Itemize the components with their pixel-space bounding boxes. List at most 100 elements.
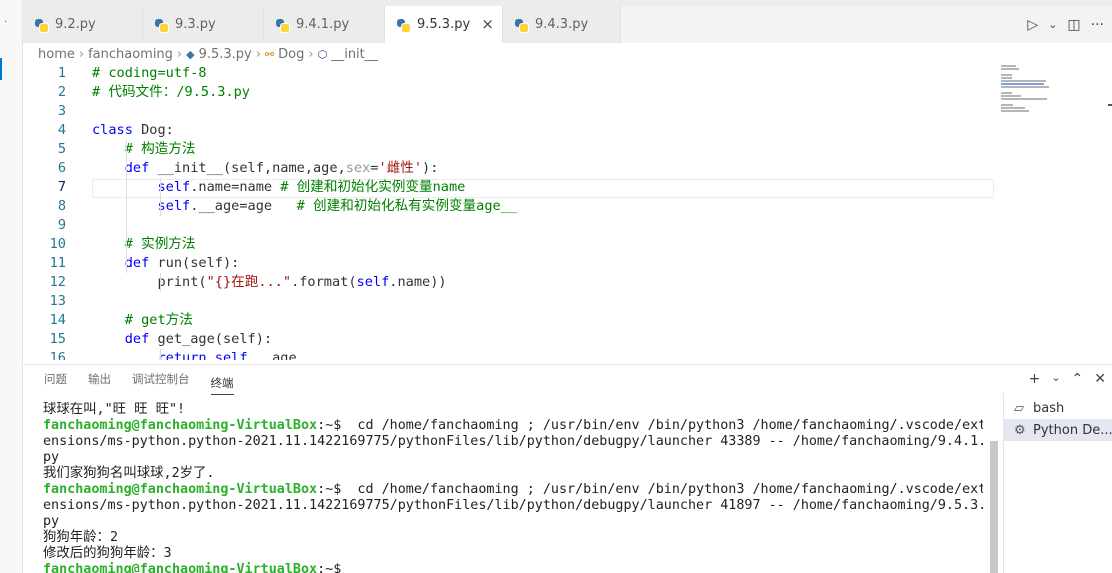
minimap-line xyxy=(1001,107,1026,109)
terminal-output[interactable]: 球球在叫,"旺 旺 旺"! fanchaoming@fanchaoming-Vir… xyxy=(43,402,983,573)
code-token: .name=name xyxy=(190,179,281,195)
vscode-window: · 9.2.py 9.3.py 9.4.1.py 9.5.3.py × 9.4.… xyxy=(0,0,1112,573)
tab-label: 9.5.3.py xyxy=(417,17,471,32)
code-token: self xyxy=(157,198,191,214)
line-number: 10 xyxy=(49,236,66,252)
chevron-down-icon[interactable]: ⌄ xyxy=(1048,18,1057,31)
terminal-instance-label: bash xyxy=(1033,400,1065,416)
minimap-line xyxy=(1001,65,1017,67)
code-token: # 代码文件：/9.5.3.py xyxy=(92,84,250,100)
close-icon[interactable]: × xyxy=(481,15,494,33)
tab-9-5-3[interactable]: 9.5.3.py × xyxy=(385,6,503,43)
code-line: 16 return self.__age xyxy=(23,349,1003,360)
code-token: def xyxy=(124,160,150,176)
code-token: def xyxy=(124,331,150,347)
code-line: 3 xyxy=(23,102,1003,121)
code-line: 10 # 实例方法 xyxy=(23,235,1003,254)
code-text: def __init__(self,name,age,sex='雌性'): xyxy=(92,159,439,178)
code-line: 6 def __init__(self,name,age,sex='雌性'): xyxy=(23,159,1003,178)
terminal-text: 我们家狗狗名叫球球,2岁了. xyxy=(43,466,215,481)
tab-9-4-1[interactable]: 9.4.1.py xyxy=(264,6,385,43)
python-file-icon xyxy=(276,18,290,33)
code-token: sex xyxy=(345,160,371,176)
line-number: 7 xyxy=(57,179,66,195)
line-number: 12 xyxy=(49,274,66,290)
line-number: 2 xyxy=(57,84,66,100)
chevron-down-icon[interactable]: ⌄ xyxy=(1051,371,1060,387)
breadcrumb-class[interactable]: Dog xyxy=(278,47,304,62)
terminal-scrollbar[interactable] xyxy=(990,441,998,573)
panel-tabs: 问题 输出 调试控制台 终端 xyxy=(23,365,234,397)
minimap[interactable] xyxy=(1001,65,1093,125)
tab-terminal[interactable]: 终端 xyxy=(210,371,234,395)
minimap-line xyxy=(1001,95,1021,97)
code-text: return self.__age xyxy=(92,349,297,360)
line-number: 13 xyxy=(49,293,66,309)
code-editor[interactable]: 1 # coding=utf-8 2 # 代码文件：/9.5.3.py 3 4 class … xyxy=(23,65,1112,360)
terminal-instance-bash[interactable]: ▱ bash xyxy=(1004,397,1112,419)
terminal-line: 狗狗年龄：2 xyxy=(43,530,983,546)
code-token: .__age xyxy=(247,350,297,360)
code-token: '雌性' xyxy=(378,160,423,176)
line-number: 11 xyxy=(49,255,66,271)
terminal-text: cd /home/fanchaoming ; /usr/bin/env /bin… xyxy=(341,418,983,433)
code-line: 2 # 代码文件：/9.5.3.py xyxy=(23,83,1003,102)
add-terminal-icon[interactable]: + xyxy=(1029,371,1041,387)
code-line: 5 # 构造方法 xyxy=(23,140,1003,159)
tab-9-2[interactable]: 9.2.py xyxy=(23,6,143,43)
code-token: # 创建和初始化私有实例变量age__ xyxy=(296,198,518,214)
tab-output[interactable]: 输出 xyxy=(88,365,111,397)
terminal-line: py xyxy=(43,450,983,466)
tab-9-4-3[interactable]: 9.4.3.py xyxy=(503,6,621,43)
chevron-up-icon[interactable]: ⌃ xyxy=(1072,371,1084,387)
minimap-line xyxy=(1001,80,1047,82)
breadcrumb-folder[interactable]: fanchaoming xyxy=(88,47,173,62)
line-number: 16 xyxy=(49,350,66,360)
code-line: 7 self.name=name # 创建和初始化实例变量name xyxy=(23,178,1003,197)
breadcrumb-home[interactable]: home xyxy=(38,47,75,62)
more-actions-icon[interactable]: ··· xyxy=(1091,17,1104,33)
tab-9-3[interactable]: 9.3.py xyxy=(143,6,264,43)
tab-debug-console[interactable]: 调试控制台 xyxy=(132,365,190,397)
chevron-right-icon: › xyxy=(255,46,261,62)
code-text: def run(self): xyxy=(92,254,240,273)
terminal-line: fanchaoming@fanchaoming-VirtualBox:~$ xyxy=(43,562,983,573)
split-editor-icon[interactable]: ◫ xyxy=(1067,17,1080,33)
code-line: 15 def get_age(self): xyxy=(23,330,1003,349)
terminal-instance-python-debug[interactable]: ⚙ Python De... xyxy=(1004,419,1112,441)
activity-dot: · xyxy=(4,17,8,28)
tab-label: 9.4.3.py xyxy=(535,17,589,32)
code-text: # 构造方法 xyxy=(92,140,196,159)
close-icon[interactable]: ✕ xyxy=(1094,371,1106,387)
terminal-list: ▱ bash ⚙ Python De... xyxy=(1003,393,1112,573)
indent-guide xyxy=(160,349,161,360)
python-file-icon xyxy=(35,18,49,33)
minimap-line xyxy=(1001,104,1014,106)
code-token: # 构造方法 xyxy=(92,141,196,157)
code-line: 13 xyxy=(23,292,1003,311)
run-icon[interactable]: ▷ xyxy=(1027,17,1038,33)
terminal-prompt-path: :~$ xyxy=(317,418,342,433)
panel-actions: + ⌄ ⌃ ✕ xyxy=(1029,371,1106,387)
minimap-line xyxy=(1001,74,1012,76)
tab-problems[interactable]: 问题 xyxy=(44,365,67,397)
terminal-text: py xyxy=(43,450,60,465)
bottom-panel: 问题 输出 调试控制台 终端 + ⌄ ⌃ ✕ 球球在叫,"旺 旺 旺"! fanc… xyxy=(23,364,1112,573)
code-text: def get_age(self): xyxy=(92,330,272,349)
python-file-icon xyxy=(515,18,529,33)
terminal-line: 修改后的狗狗年龄：3 xyxy=(43,546,983,562)
class-icon: ⚯ xyxy=(264,47,275,61)
minimap-line xyxy=(1001,110,1029,112)
code-token: "{}在跑..." xyxy=(206,274,292,290)
breadcrumb-file[interactable]: 9.5.3.py xyxy=(199,47,252,62)
chevron-right-icon: › xyxy=(78,46,85,62)
code-text: # 代码文件：/9.5.3.py xyxy=(92,83,250,102)
minimap-line xyxy=(1001,68,1019,70)
indent-guide xyxy=(160,178,161,216)
breadcrumb-method[interactable]: __init__ xyxy=(331,47,378,62)
